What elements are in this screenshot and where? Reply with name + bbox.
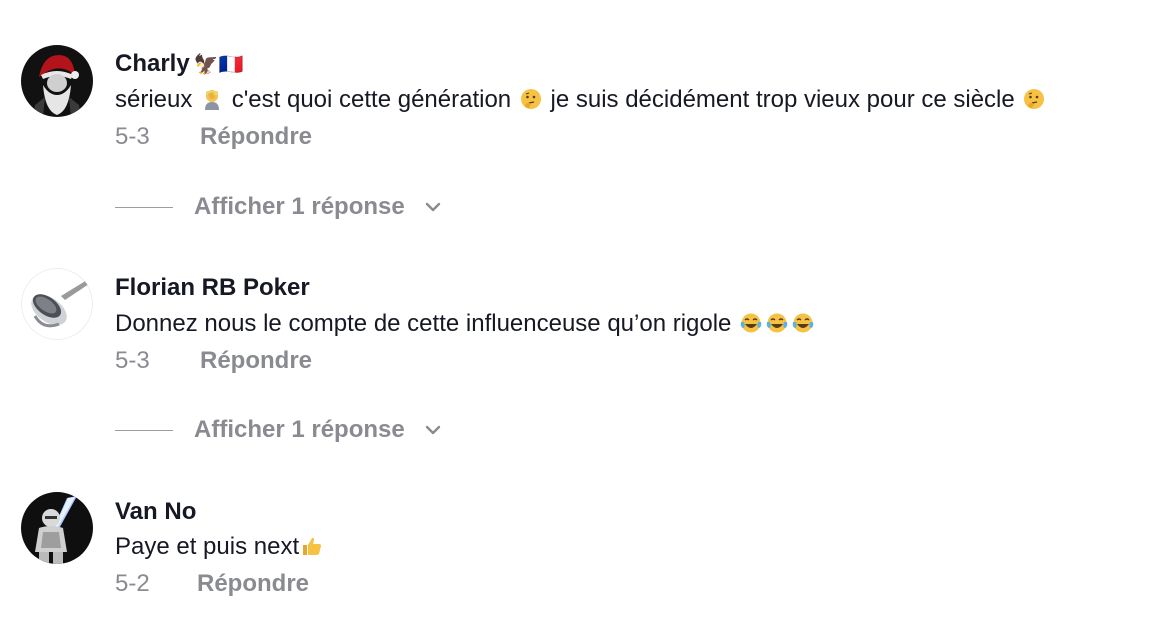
divider-line bbox=[115, 207, 173, 208]
comment-username[interactable]: Van No bbox=[115, 498, 196, 526]
comment-date: 5-3 bbox=[115, 347, 150, 374]
avatar[interactable] bbox=[21, 45, 93, 117]
username-text: Van No bbox=[115, 498, 197, 525]
comment-meta: 5-2 Répondre bbox=[115, 570, 309, 598]
comment-text-part: c'est quoi cette génération bbox=[225, 86, 518, 113]
username-text: Florian RB Poker bbox=[115, 274, 310, 301]
comment-date: 5-3 bbox=[115, 123, 150, 150]
comment-text: Paye et puis next bbox=[115, 532, 325, 562]
chevron-down-icon bbox=[425, 202, 441, 212]
comment-date: 5-2 bbox=[115, 570, 150, 597]
chevron-down-icon bbox=[425, 425, 441, 435]
avatar[interactable] bbox=[21, 268, 93, 340]
comment-text-part: Paye et puis next bbox=[115, 533, 300, 560]
thumbs-up-icon bbox=[303, 537, 322, 555]
tears-of-joy-icon bbox=[740, 313, 762, 333]
comment-meta: 5-3 Répondre bbox=[115, 123, 312, 151]
username-text: Charly bbox=[115, 50, 190, 77]
avatar[interactable] bbox=[21, 492, 93, 564]
reply-button[interactable]: Répondre bbox=[200, 347, 312, 375]
comment-username[interactable]: Charly 🦅🇫🇷 bbox=[115, 50, 244, 79]
comment-text: sérieux c'est quoi cette génération je s… bbox=[115, 85, 1047, 115]
comment-text-part: je suis décidément trop vieux pour ce si… bbox=[543, 86, 1022, 113]
comment-text-part: sérieux bbox=[115, 86, 200, 113]
thinking-face-icon bbox=[520, 89, 541, 109]
comment-text-part: Donnez nous le compte de cette influence… bbox=[115, 310, 739, 337]
view-replies-label: Afficher 1 réponse bbox=[194, 193, 405, 220]
comment-username[interactable]: Florian RB Poker bbox=[115, 274, 310, 302]
man-facepalming-icon bbox=[205, 90, 220, 110]
divider-line bbox=[115, 430, 173, 431]
tears-of-joy-icon bbox=[792, 313, 814, 333]
comment-meta: 5-3 Répondre bbox=[115, 347, 312, 375]
username-emojis: 🦅🇫🇷 bbox=[193, 54, 244, 76]
tears-of-joy-icon bbox=[766, 313, 788, 333]
view-replies-label: Afficher 1 réponse bbox=[194, 416, 405, 443]
reply-button[interactable]: Répondre bbox=[197, 570, 309, 598]
reply-button[interactable]: Répondre bbox=[200, 123, 312, 151]
comment-text: Donnez nous le compte de cette influence… bbox=[115, 309, 816, 339]
thinking-face-icon bbox=[1024, 89, 1045, 109]
